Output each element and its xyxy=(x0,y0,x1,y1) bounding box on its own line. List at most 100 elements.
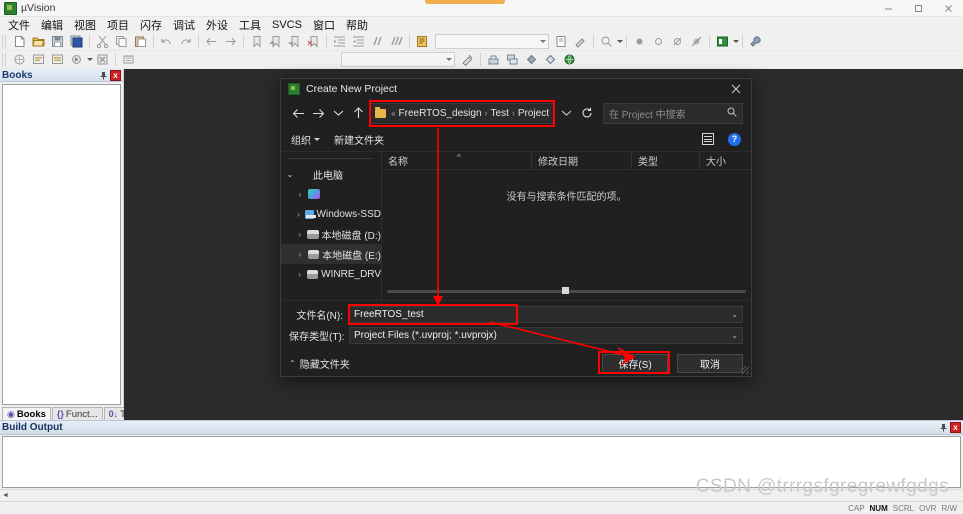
redo-icon[interactable] xyxy=(176,34,195,49)
translate-icon[interactable] xyxy=(10,52,29,67)
help-icon[interactable]: ? xyxy=(728,132,741,146)
new-folder-button[interactable]: 新建文件夹 xyxy=(334,132,384,147)
open-file-icon[interactable] xyxy=(29,34,48,49)
arrow-up-icon[interactable] xyxy=(349,104,367,123)
menu-help[interactable]: 帮助 xyxy=(346,17,368,33)
bookmark-toggle-icon[interactable] xyxy=(247,34,266,49)
pin-icon[interactable] xyxy=(99,71,108,80)
target-combo[interactable] xyxy=(341,52,455,67)
pin-icon[interactable] xyxy=(939,423,948,432)
toolbar-grip[interactable] xyxy=(2,34,8,49)
column-size[interactable]: 大小 xyxy=(700,152,751,169)
target-options-icon[interactable] xyxy=(119,52,138,67)
menu-peripherals[interactable]: 外设 xyxy=(206,17,228,33)
breadcrumb-segment-0[interactable]: FreeRTOS_design xyxy=(399,108,482,119)
indent-icon[interactable] xyxy=(330,34,349,49)
manage-project-items-icon[interactable] xyxy=(484,52,503,67)
rebuild-icon[interactable] xyxy=(48,52,67,67)
save-button[interactable]: 保存(S) xyxy=(602,353,668,373)
save-icon[interactable] xyxy=(48,34,67,49)
menu-project[interactable]: 项目 xyxy=(107,17,129,33)
breadcrumb-overflow[interactable]: « xyxy=(391,109,395,118)
menu-window[interactable]: 窗口 xyxy=(313,17,335,33)
menu-edit[interactable]: 编辑 xyxy=(41,17,63,33)
horizontal-scrollbar[interactable]: ◄ xyxy=(0,489,963,501)
filename-field[interactable]: FreeRTOS_test ⌄ xyxy=(348,304,743,325)
outdent-icon[interactable] xyxy=(349,34,368,49)
refresh-icon[interactable] xyxy=(578,104,597,123)
chevron-down-icon[interactable]: ⌄ xyxy=(731,331,738,340)
close-icon[interactable] xyxy=(721,79,751,99)
save-all-icon[interactable] xyxy=(67,34,86,49)
chevron-down-icon[interactable]: ⌄ xyxy=(731,310,738,319)
scrollbar-thumb[interactable] xyxy=(562,287,569,294)
dialog-resize-grip[interactable] xyxy=(741,366,749,374)
target-diamond-icon[interactable] xyxy=(522,52,541,67)
chevron-right-icon[interactable]: › xyxy=(295,250,305,259)
tree-item-this-pc[interactable]: ⌄ 此电脑 xyxy=(281,164,381,184)
tab-functions[interactable]: {} Funct... xyxy=(51,407,103,420)
tab-books[interactable]: ◉ Books xyxy=(2,407,51,420)
column-date-modified[interactable]: 修改日期 xyxy=(532,152,632,169)
navigate-back-icon[interactable] xyxy=(202,34,221,49)
menu-file[interactable]: 文件 xyxy=(8,17,30,33)
target-diamond-outline-icon[interactable] xyxy=(541,52,560,67)
tree-item-winre-drv[interactable]: › WINRE_DRV xyxy=(281,264,381,284)
pack-installer-icon[interactable] xyxy=(560,52,579,67)
tree-item-disk-d[interactable]: › 本地磁盘 (D:) xyxy=(281,224,381,244)
toolbar-grip[interactable] xyxy=(2,52,8,67)
build-output-content[interactable] xyxy=(2,436,961,488)
new-file-icon[interactable] xyxy=(10,34,29,49)
chevron-right-icon[interactable]: › xyxy=(295,270,304,279)
find-icon[interactable] xyxy=(597,34,616,49)
breadcrumb[interactable]: « FreeRTOS_design › Test › Project xyxy=(369,99,555,127)
configure-icon[interactable] xyxy=(571,34,590,49)
tree-item-windows-ssd[interactable]: › Windows-SSD xyxy=(281,204,381,224)
menu-tools[interactable]: 工具 xyxy=(239,17,261,33)
cut-icon[interactable] xyxy=(93,34,112,49)
menu-svcs[interactable]: SVCS xyxy=(272,19,302,31)
manage-components-icon[interactable] xyxy=(503,52,522,67)
minimize-icon[interactable] xyxy=(873,0,903,16)
comment-icon[interactable] xyxy=(368,34,387,49)
uncomment-icon[interactable] xyxy=(387,34,406,49)
find-in-files-icon[interactable] xyxy=(413,34,432,49)
recent-locations-chevron-down-icon[interactable] xyxy=(329,104,347,123)
target-options-dialog-icon[interactable] xyxy=(458,52,477,67)
chevron-down-icon[interactable]: ⌄ xyxy=(285,170,295,179)
copy-icon[interactable] xyxy=(112,34,131,49)
chevron-right-icon[interactable]: › xyxy=(295,210,302,219)
hide-folders-toggle[interactable]: ⌃ 隐藏文件夹 xyxy=(289,356,350,371)
maximize-icon[interactable] xyxy=(903,0,933,16)
arrow-right-icon[interactable] xyxy=(309,104,327,123)
navigate-forward-icon[interactable] xyxy=(221,34,240,49)
file-list-horizontal-scrollbar[interactable] xyxy=(387,286,746,296)
close-icon[interactable] xyxy=(933,0,963,16)
stop-build-icon[interactable] xyxy=(93,52,112,67)
scroll-left-icon[interactable]: ◄ xyxy=(0,490,11,501)
manage-caret[interactable] xyxy=(733,40,739,43)
cancel-button[interactable]: 取消 xyxy=(677,353,743,373)
breadcrumb-segment-2[interactable]: Project xyxy=(518,108,549,119)
tree-item-onedrive[interactable]: › xyxy=(281,184,381,204)
breadcrumb-segment-1[interactable]: Test xyxy=(491,108,509,119)
breakpoint-empty-icon[interactable] xyxy=(649,34,668,49)
organize-button[interactable]: 组织 xyxy=(291,132,320,147)
batch-build-icon[interactable] xyxy=(67,52,86,67)
breakpoint-kill-icon[interactable] xyxy=(687,34,706,49)
column-type[interactable]: 类型 xyxy=(632,152,700,169)
view-layout-icon[interactable] xyxy=(702,133,714,145)
books-content-area[interactable] xyxy=(2,84,121,405)
close-icon[interactable]: x xyxy=(950,422,961,433)
find-dropdown-caret[interactable] xyxy=(617,40,623,43)
column-name[interactable]: 名称 ^ xyxy=(382,152,532,169)
close-icon[interactable]: x xyxy=(110,69,121,81)
undo-icon[interactable] xyxy=(157,34,176,49)
manage-runtime-icon[interactable] xyxy=(713,34,732,49)
build-icon[interactable] xyxy=(29,52,48,67)
chevron-right-icon[interactable]: › xyxy=(295,190,305,199)
configure-wrench-icon[interactable] xyxy=(746,34,765,49)
insert-file-icon[interactable] xyxy=(552,34,571,49)
breakpoint-filled-icon[interactable] xyxy=(630,34,649,49)
breadcrumb-dropdown-chevron-down-icon[interactable] xyxy=(557,104,576,123)
